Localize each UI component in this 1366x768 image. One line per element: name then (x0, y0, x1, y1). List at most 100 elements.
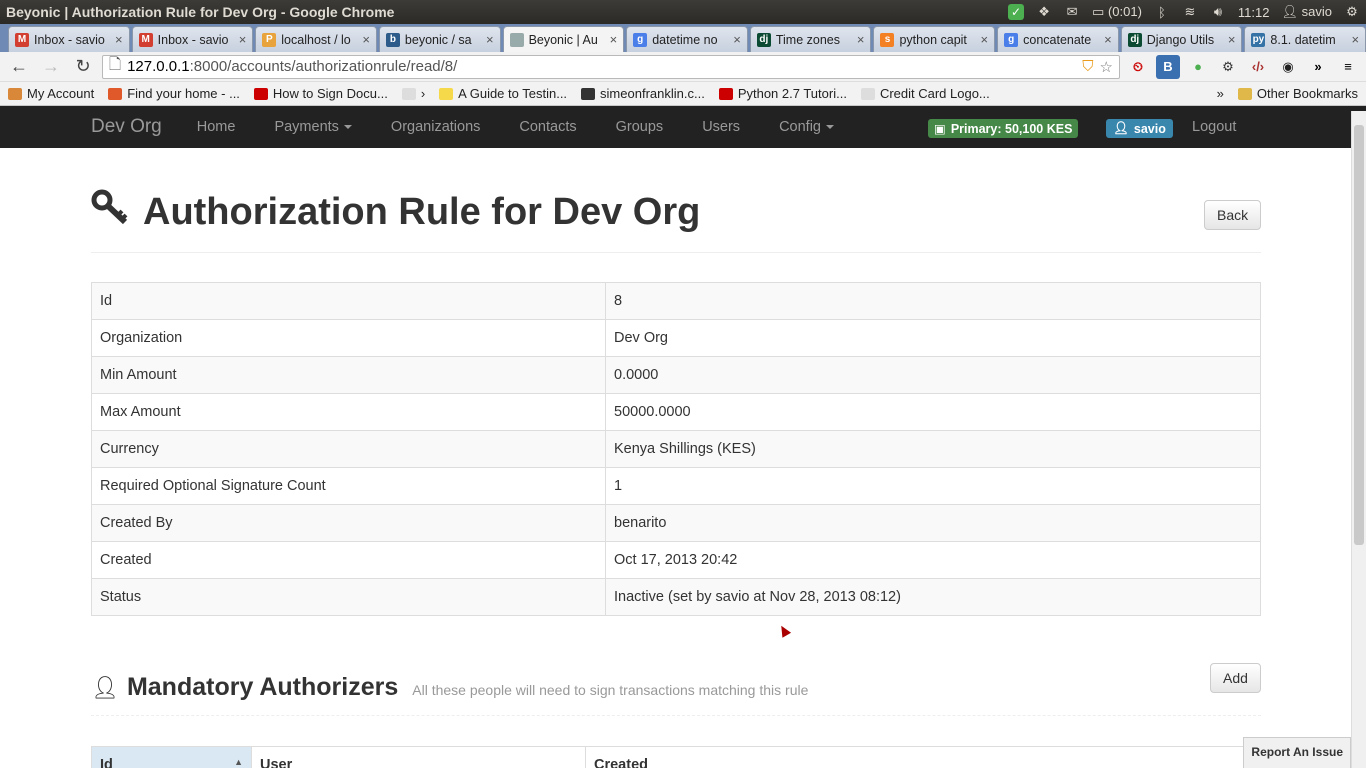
browser-tab[interactable]: g concatenate × (997, 26, 1119, 52)
settings-gear-icon[interactable]: ⚙ (1344, 4, 1360, 20)
bookmark-icon (718, 87, 733, 100)
settings-extension-icon[interactable]: ⚙ (1216, 55, 1240, 79)
browser-tab[interactable]: py 8.1. datetim × (1244, 26, 1366, 52)
field-label: Id (91, 282, 606, 320)
code-extension-icon[interactable]: ‹/› (1246, 55, 1270, 79)
bookmark-item[interactable]: Python 2.7 Tutori... (718, 86, 847, 101)
reload-icon[interactable]: ↻ (70, 55, 96, 79)
bookmark-star-icon[interactable]: ☆ (1100, 58, 1113, 76)
balance-badge[interactable]: ▣ Primary: 50,100 KES (928, 119, 1079, 138)
bookmark-item[interactable]: simeonfranklin.c... (581, 86, 705, 101)
bookmark-icon (8, 87, 22, 100)
page-icon (509, 32, 524, 47)
bookmark-label: A Guide to Testin... (458, 86, 568, 101)
close-icon[interactable]: × (486, 32, 494, 47)
clock[interactable]: 11:12 (1238, 5, 1270, 20)
color-picker-extension-icon[interactable]: ◉ (1276, 55, 1300, 79)
bookmark-item[interactable]: My Account (8, 86, 94, 101)
field-label: Status (91, 578, 606, 616)
table-row: Organization Dev Org (91, 319, 1261, 357)
bookmark-item[interactable]: Find your home - ... (108, 86, 240, 101)
other-bookmarks[interactable]: Other Bookmarks (1237, 86, 1358, 101)
github-icon: b (385, 32, 400, 47)
volume-icon[interactable]: 🔊︎ (1210, 4, 1226, 20)
battery-icon: ▭ (1092, 4, 1105, 19)
bookmark-item[interactable]: A Guide to Testin... (439, 86, 567, 101)
extensions-overflow-icon[interactable]: » (1306, 55, 1330, 79)
evernote-extension-icon[interactable]: ● (1186, 55, 1210, 79)
nav-contacts[interactable]: Contacts (519, 119, 576, 135)
scrollbar-thumb[interactable] (1354, 125, 1364, 545)
add-authorizer-button[interactable]: Add (1210, 663, 1261, 693)
close-icon[interactable]: × (1351, 32, 1359, 47)
bookmark-label: › (420, 86, 426, 101)
bootstrap-extension-icon[interactable]: B (1156, 54, 1180, 79)
battery-indicator[interactable]: ▭ (0:01) (1092, 4, 1142, 20)
authorizers-table: Id ▲ User Created (91, 746, 1261, 768)
nav-home[interactable]: Home (197, 119, 236, 135)
browser-tab[interactable]: b beyonic / sa × (378, 26, 501, 52)
brand-link[interactable]: Dev Org (91, 116, 162, 138)
mandatory-authorizers-header: 👤︎ Mandatory Authorizers All these peopl… (91, 660, 1261, 716)
dropbox-icon[interactable]: ❖ (1036, 4, 1052, 20)
bookmark-item[interactable]: Credit Card Logo... (860, 86, 990, 101)
money-icon: ▣ (934, 122, 946, 136)
close-icon[interactable]: × (610, 32, 618, 47)
bookmark-label: Python 2.7 Tutori... (737, 86, 847, 101)
browser-tab[interactable]: g datetime no × (626, 26, 748, 52)
close-icon[interactable]: × (733, 32, 741, 47)
close-icon[interactable]: × (857, 32, 865, 47)
nav-users[interactable]: Users (702, 119, 740, 135)
session-user[interactable]: 👤︎ savio (1282, 4, 1333, 20)
browser-tab[interactable]: s python capit × (873, 26, 996, 52)
nav-payments[interactable]: Payments (274, 119, 352, 135)
address-bar[interactable]: 🗋︎ 127.0.0.1:8000/accounts/authorization… (102, 54, 1120, 79)
browser-tab[interactable]: dj Django Utils × (1120, 26, 1243, 52)
user-badge[interactable]: 👤︎ savio (1106, 119, 1173, 138)
column-header-user[interactable]: User (251, 746, 586, 768)
table-row: Id 8 (91, 282, 1261, 320)
browser-tab[interactable]: dj Time zones × (749, 26, 872, 52)
browser-toolbar: ← → ↻ 🗋︎ 127.0.0.1:8000/accounts/authori… (0, 52, 1366, 82)
close-icon[interactable]: × (362, 32, 370, 47)
browser-tab[interactable]: M Inbox - savio × (8, 26, 130, 52)
nav-config[interactable]: Config (779, 119, 834, 135)
page-scrollbar[interactable] (1351, 111, 1366, 768)
column-header-created[interactable]: Created (585, 746, 1261, 768)
tab-title: Time zones (775, 32, 840, 47)
google-icon: g (633, 32, 648, 47)
report-issue-button[interactable]: Report An Issue (1243, 737, 1351, 768)
close-icon[interactable]: × (981, 32, 989, 47)
bluetooth-icon[interactable]: ᛒ (1154, 4, 1170, 20)
bookmark-item[interactable]: How to Sign Docu... (253, 86, 388, 101)
forward-arrow-icon[interactable]: → (38, 55, 64, 79)
mail-icon[interactable]: ✉ (1064, 4, 1080, 20)
chrome-menu-icon[interactable]: ≡ (1336, 55, 1360, 79)
extension-toggle-icon[interactable]: ⏲ (1126, 55, 1150, 79)
google-icon: g (1004, 32, 1019, 47)
nav-config-label: Config (779, 119, 821, 135)
column-header-id[interactable]: Id ▲ (91, 746, 252, 768)
wifi-icon[interactable]: ≋ (1182, 4, 1198, 20)
browser-tab[interactable]: Beyonic | Au × (502, 26, 625, 52)
bookmarks-overflow[interactable]: » (1217, 86, 1224, 101)
browser-tab[interactable]: Plocalhost / lo × (255, 26, 377, 52)
nav-groups[interactable]: Groups (616, 119, 664, 135)
back-button[interactable]: Back (1204, 200, 1262, 230)
close-icon[interactable]: × (115, 32, 123, 47)
back-arrow-icon[interactable]: ← (6, 55, 32, 79)
checkmark-icon[interactable]: ✓ (1008, 4, 1025, 20)
bookmark-item[interactable]: › (401, 86, 426, 101)
browser-tab[interactable]: M Inbox - savio × (131, 26, 254, 52)
shield-extension-icon[interactable]: ⛉ (1082, 58, 1093, 75)
tab-title: localhost / lo (281, 32, 351, 47)
phpmyadmin-icon: P (262, 32, 277, 47)
nav-organizations[interactable]: Organizations (391, 119, 480, 135)
close-icon[interactable]: × (239, 32, 247, 47)
close-icon[interactable]: × (1228, 32, 1236, 47)
tab-title: Beyonic | Au (528, 32, 598, 47)
bookmark-icon (253, 87, 268, 100)
logout-link[interactable]: Logout (1192, 119, 1236, 135)
other-bookmarks-label: Other Bookmarks (1256, 86, 1358, 101)
close-icon[interactable]: × (1104, 32, 1112, 47)
